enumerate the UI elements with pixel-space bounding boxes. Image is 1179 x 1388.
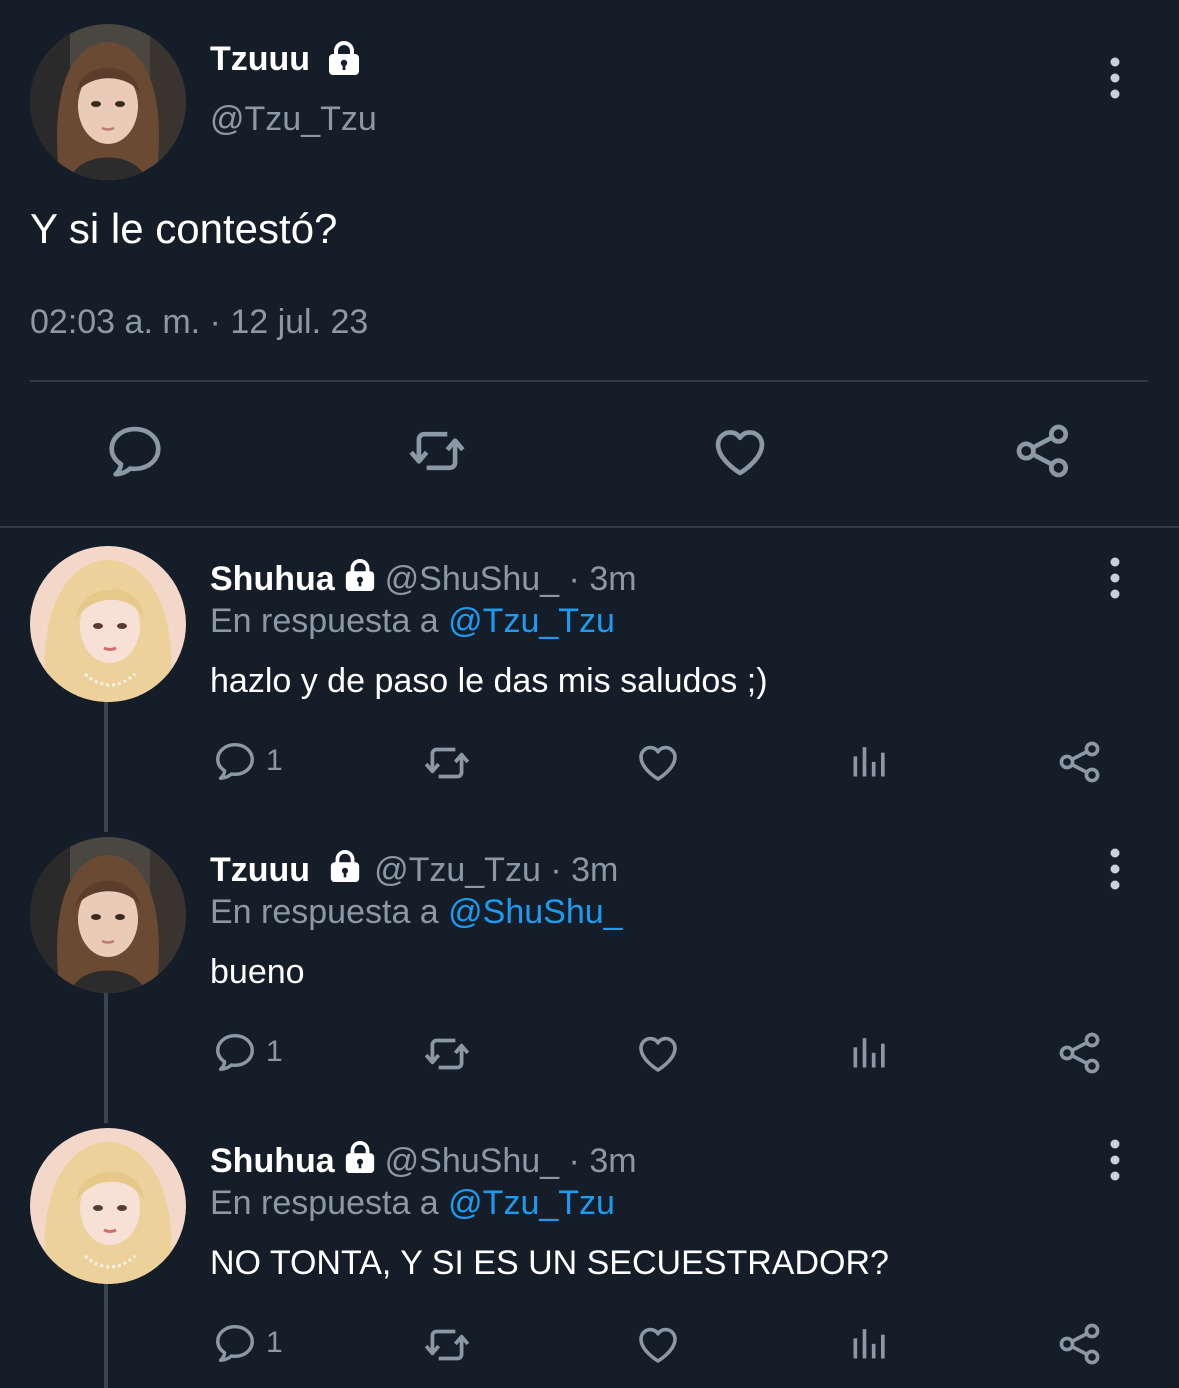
main-action-bar: [0, 420, 1179, 490]
lock-icon: [343, 558, 377, 592]
main-tweet: Tzuuu @Tzu_Tzu Y si le contestó? 02:03 a…: [0, 0, 1179, 528]
author-name[interactable]: Tzuuu: [210, 40, 310, 79]
author-handle[interactable]: @ShuShu_: [385, 560, 559, 598]
divider: [0, 526, 1179, 528]
share-icon[interactable]: [1012, 420, 1074, 482]
more-options-icon[interactable]: [1105, 1138, 1125, 1182]
mention-link[interactable]: @Tzu_Tzu: [448, 602, 615, 640]
reply-prefix: En respuesta a: [210, 602, 439, 640]
author-name[interactable]: Shuhua: [210, 1142, 335, 1180]
replying-to: En respuesta a @Tzu_Tzu: [210, 1184, 615, 1223]
tweet-text: NO TONTA, Y SI ES UN SECUESTRADOR?: [210, 1244, 889, 1282]
retweet-icon[interactable]: [406, 420, 468, 482]
tweet-text: Y si le contestó?: [30, 205, 338, 252]
action-bar: 1: [0, 1320, 1179, 1370]
share-icon[interactable]: [1056, 738, 1104, 786]
like-icon[interactable]: [709, 420, 771, 482]
reply-tweet[interactable]: Shuhua @ShuShu_ · 3m En respuesta a @Tzu_…: [0, 1128, 1179, 1388]
mention-link[interactable]: @Tzu_Tzu: [448, 1184, 615, 1222]
author-handle[interactable]: @Tzu_Tzu: [210, 100, 377, 139]
avatar[interactable]: [30, 837, 186, 993]
author-name[interactable]: Shuhua: [210, 560, 335, 598]
reply-time: · 3m: [550, 851, 619, 889]
avatar[interactable]: [30, 546, 186, 702]
share-button[interactable]: [1056, 1320, 1104, 1368]
retweet-button[interactable]: [422, 738, 472, 788]
like-icon[interactable]: [634, 1029, 682, 1077]
more-options-icon[interactable]: [1105, 847, 1125, 891]
avatar[interactable]: [30, 24, 186, 180]
lock-icon: [326, 40, 362, 76]
reply-button[interactable]: 1: [212, 1320, 283, 1366]
like-icon[interactable]: [634, 738, 682, 786]
replying-to: En respuesta a @ShuShu_: [210, 893, 623, 932]
more-options-icon[interactable]: [1105, 56, 1125, 100]
analytics-button[interactable]: [848, 738, 892, 782]
like-icon[interactable]: [634, 1320, 682, 1368]
lock-icon: [328, 849, 362, 883]
avatar[interactable]: [30, 1128, 186, 1284]
tweet-text: bueno: [210, 953, 305, 991]
tweet-timestamp: 02:03 a. m. · 12 jul. 23: [30, 303, 369, 341]
share-icon[interactable]: [1056, 1320, 1104, 1368]
author-name[interactable]: Tzuuu: [210, 851, 310, 889]
reply-count: 1: [266, 1035, 283, 1068]
share-icon[interactable]: [1056, 1029, 1104, 1077]
retweet-button[interactable]: [422, 1029, 472, 1079]
reply-button[interactable]: 1: [212, 738, 283, 784]
reply-header: Tzuuu @Tzu_Tzu · 3m: [210, 849, 618, 890]
reply-tweet[interactable]: Shuhua @ShuShu_ · 3m En respuesta a @Tzu_…: [0, 546, 1179, 806]
retweet-icon[interactable]: [422, 1320, 472, 1370]
reply-count: 1: [266, 744, 283, 777]
retweet-button[interactable]: [422, 1320, 472, 1370]
replying-to: En respuesta a @Tzu_Tzu: [210, 602, 615, 641]
reply-time: · 3m: [568, 560, 637, 598]
analytics-icon[interactable]: [848, 1320, 892, 1364]
action-bar: 1: [0, 738, 1179, 788]
mention-link[interactable]: @ShuShu_: [448, 893, 622, 931]
tweet-text: hazlo y de paso le das mis saludos ;): [210, 662, 768, 700]
reply-button[interactable]: 1: [212, 1029, 283, 1075]
reply-header: Shuhua @ShuShu_ · 3m: [210, 558, 637, 599]
reply-prefix: En respuesta a: [210, 1184, 439, 1222]
lock-icon: [343, 1140, 377, 1174]
reply-icon[interactable]: [212, 1029, 258, 1075]
like-button[interactable]: [634, 1320, 682, 1368]
author-handle[interactable]: @Tzu_Tzu: [374, 851, 541, 889]
like-button[interactable]: [634, 1029, 682, 1077]
reply-tweet[interactable]: Tzuuu @Tzu_Tzu · 3m En respuesta a @ShuSh…: [0, 837, 1179, 1097]
analytics-button[interactable]: [848, 1320, 892, 1364]
share-button[interactable]: [1056, 1029, 1104, 1077]
reply-count: 1: [266, 1326, 283, 1359]
reply-header: Shuhua @ShuShu_ · 3m: [210, 1140, 637, 1181]
action-bar: 1: [0, 1029, 1179, 1079]
like-button[interactable]: [634, 738, 682, 786]
reply-icon[interactable]: [212, 1320, 258, 1366]
reply-time: · 3m: [568, 1142, 637, 1180]
reply-icon[interactable]: [212, 738, 258, 784]
retweet-icon[interactable]: [422, 738, 472, 788]
analytics-button[interactable]: [848, 1029, 892, 1073]
author-handle[interactable]: @ShuShu_: [385, 1142, 559, 1180]
share-button[interactable]: [1056, 738, 1104, 786]
analytics-icon[interactable]: [848, 738, 892, 782]
analytics-icon[interactable]: [848, 1029, 892, 1073]
reply-prefix: En respuesta a: [210, 893, 439, 931]
more-options-icon[interactable]: [1105, 556, 1125, 600]
divider: [30, 380, 1148, 382]
retweet-icon[interactable]: [422, 1029, 472, 1079]
reply-icon[interactable]: [104, 420, 166, 482]
